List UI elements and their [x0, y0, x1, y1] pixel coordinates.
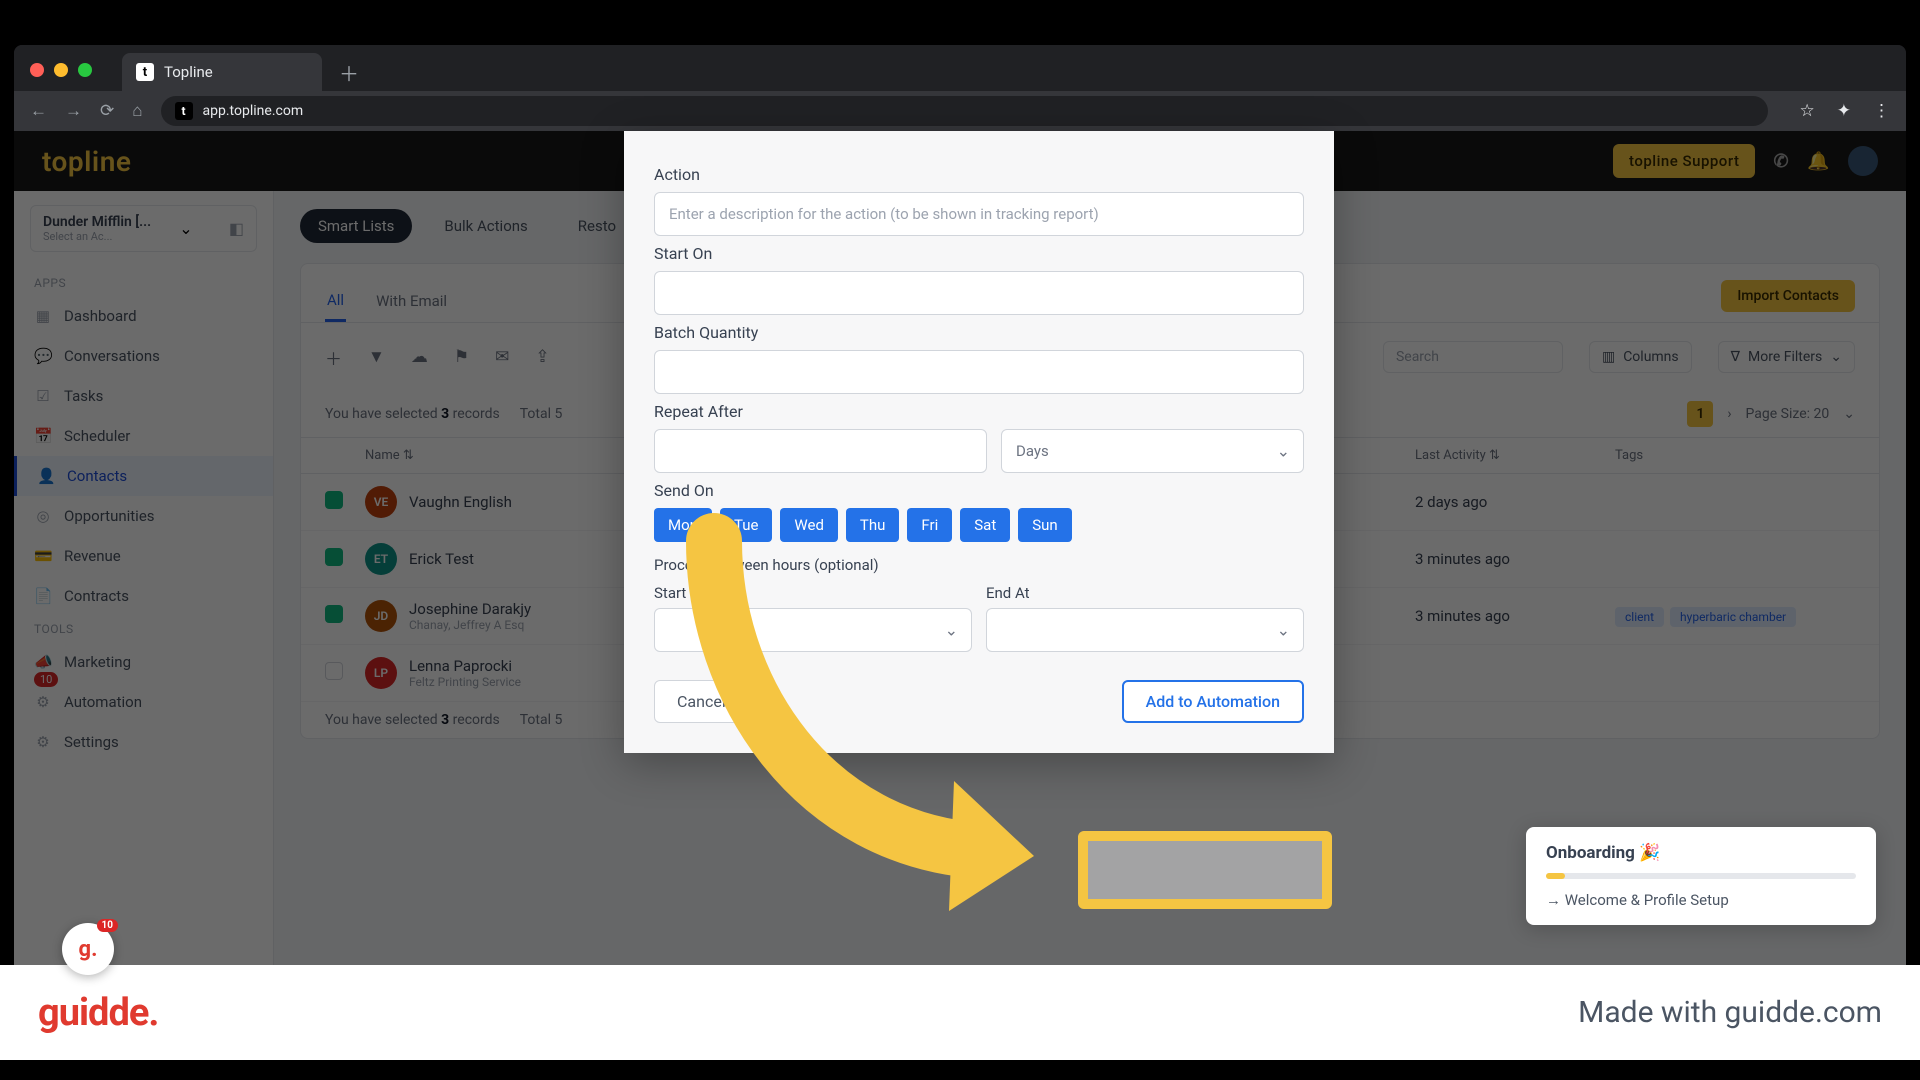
guidde-bubble[interactable]: g. 10	[62, 923, 114, 975]
guidde-logo: guidde.	[38, 991, 158, 1035]
day-toggle-wed[interactable]: Wed	[780, 508, 838, 542]
toast-title: Onboarding 🎉	[1546, 843, 1856, 863]
browser-tabstrip: t Topline ＋	[14, 45, 1906, 91]
forward-button[interactable]: →	[65, 101, 82, 121]
browser-menu-icon[interactable]: ⋮	[1873, 101, 1890, 121]
cancel-button[interactable]: Cancel	[654, 680, 749, 723]
app-viewport: topline topline Support ✆ 🔔 Dunder Miffl…	[14, 131, 1906, 965]
browser-window: t Topline ＋ ← → ⟳ ⌂ t app.topline.com ☆ …	[14, 45, 1906, 965]
guidde-badge: 10	[97, 919, 118, 932]
toast-step[interactable]: → Welcome & Profile Setup	[1546, 891, 1856, 909]
window-controls[interactable]	[30, 63, 92, 77]
start-on-label: Start On	[654, 244, 1304, 263]
address-bar[interactable]: t app.topline.com	[161, 96, 1768, 126]
day-toggle-thu[interactable]: Thu	[846, 508, 899, 542]
days-row: MonTueWedThuFriSatSun	[654, 508, 1304, 542]
repeat-after-label: Repeat After	[654, 402, 1304, 421]
action-input[interactable]	[654, 192, 1304, 236]
day-toggle-tue[interactable]: Tue	[720, 508, 772, 542]
end-at-select[interactable]	[986, 608, 1304, 652]
reload-button[interactable]: ⟳	[100, 101, 114, 121]
new-tab-button[interactable]: ＋	[334, 57, 364, 87]
made-with-label: Made with guidde.com	[1578, 995, 1882, 1030]
process-hours-label: Process between hours (optional)	[654, 556, 1304, 574]
onboarding-progress	[1546, 873, 1856, 879]
send-on-label: Send On	[654, 481, 1304, 500]
back-button[interactable]: ←	[30, 101, 47, 121]
browser-toolbar: ← → ⟳ ⌂ t app.topline.com ☆ ✦ ⋮	[14, 91, 1906, 131]
tab-title: Topline	[164, 63, 213, 81]
start-on-input[interactable]	[654, 271, 1304, 315]
repeat-unit-select[interactable]	[1001, 429, 1304, 473]
day-toggle-mon[interactable]: Mon	[654, 508, 712, 542]
add-to-automation-button[interactable]: Add to Automation	[1122, 680, 1304, 723]
extensions-icon[interactable]: ✦	[1837, 101, 1851, 121]
guidde-footer: guidde. Made with guidde.com	[0, 965, 1920, 1060]
site-identity-icon: t	[175, 102, 193, 120]
home-button[interactable]: ⌂	[132, 101, 142, 121]
start-from-label: Start From	[654, 584, 972, 602]
browser-tab[interactable]: t Topline	[122, 53, 322, 91]
day-toggle-fri[interactable]: Fri	[907, 508, 952, 542]
action-label: Action	[654, 165, 1304, 184]
batch-quantity-input[interactable]	[654, 350, 1304, 394]
minimize-window-icon[interactable]	[54, 63, 68, 77]
end-at-label: End At	[986, 584, 1304, 602]
onboarding-toast[interactable]: Onboarding 🎉 → Welcome & Profile Setup	[1526, 827, 1876, 925]
close-window-icon[interactable]	[30, 63, 44, 77]
url-text: app.topline.com	[203, 103, 304, 119]
day-toggle-sat[interactable]: Sat	[960, 508, 1010, 542]
batch-quantity-label: Batch Quantity	[654, 323, 1304, 342]
tab-favicon: t	[136, 63, 154, 81]
automation-modal: Action Start On Batch Quantity Repeat Af…	[624, 131, 1334, 753]
maximize-window-icon[interactable]	[78, 63, 92, 77]
repeat-after-input[interactable]	[654, 429, 987, 473]
bookmark-icon[interactable]: ☆	[1800, 101, 1815, 121]
start-from-select[interactable]	[654, 608, 972, 652]
day-toggle-sun[interactable]: Sun	[1018, 508, 1071, 542]
